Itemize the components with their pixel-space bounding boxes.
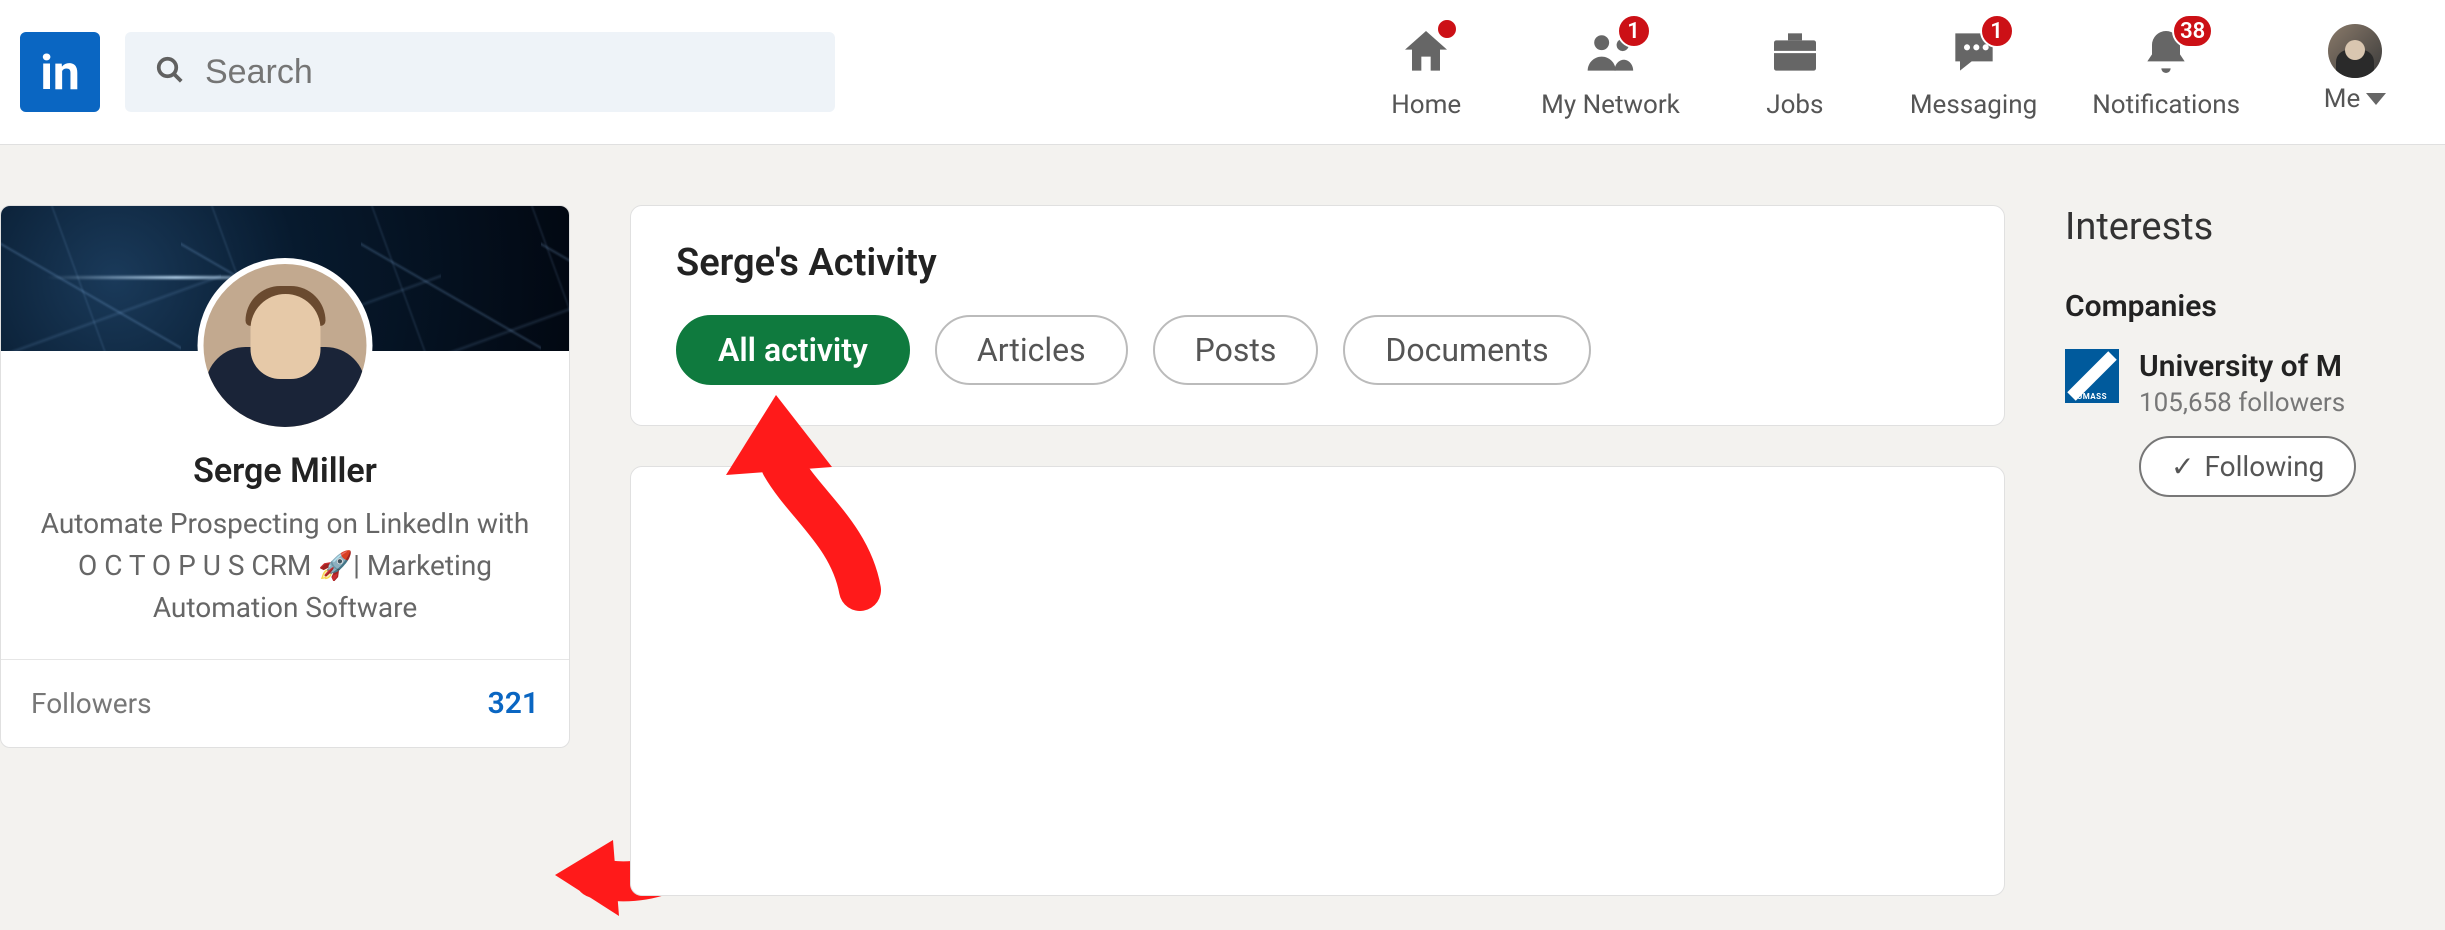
followers-row[interactable]: Followers 321 xyxy=(1,659,569,747)
nav-my-network[interactable]: 1 My Network xyxy=(1541,24,1680,120)
interests-panel: Interests Companies UMASS University of … xyxy=(2065,205,2445,896)
profile-name: Serge Miller xyxy=(31,451,539,491)
tab-articles[interactable]: Articles xyxy=(935,315,1128,385)
nav-jobs-label: Jobs xyxy=(1766,90,1823,120)
nav-notifications-label: Notifications xyxy=(2092,90,2240,120)
activity-title: Serge's Activity xyxy=(676,241,1959,285)
check-icon: ✓ xyxy=(2171,450,2194,483)
tab-posts[interactable]: Posts xyxy=(1153,315,1319,385)
activity-card: Serge's Activity All activity Articles P… xyxy=(630,205,2005,426)
briefcase-icon xyxy=(1767,24,1823,80)
nav-home[interactable]: Home xyxy=(1366,24,1486,120)
company-name: University of M xyxy=(2139,349,2345,384)
linkedin-logo[interactable]: in xyxy=(20,32,100,112)
followers-label: Followers xyxy=(31,687,152,720)
primary-nav: Home 1 My Network Jobs 1 Messaging xyxy=(1366,24,2425,120)
network-badge: 1 xyxy=(1617,14,1651,48)
global-header: in Home 1 My Network Jobs xyxy=(0,0,2445,145)
tab-documents[interactable]: Documents xyxy=(1343,315,1590,385)
nav-me-label: Me xyxy=(2324,84,2361,114)
nav-jobs[interactable]: Jobs xyxy=(1735,24,1855,120)
interests-title: Interests xyxy=(2065,205,2445,249)
nav-messaging[interactable]: 1 Messaging xyxy=(1910,24,2037,120)
company-followers: 105,658 followers xyxy=(2139,388,2345,418)
nav-network-label: My Network xyxy=(1541,90,1680,120)
profile-card: Serge Miller Automate Prospecting on Lin… xyxy=(0,205,570,748)
activity-feed xyxy=(630,466,2005,896)
profile-headline: Automate Prospecting on LinkedIn with O … xyxy=(31,503,539,629)
search-input[interactable] xyxy=(205,53,805,92)
following-label: Following xyxy=(2204,450,2324,483)
nav-notifications[interactable]: 38 Notifications xyxy=(2092,24,2240,120)
search-box[interactable] xyxy=(125,32,835,112)
avatar-icon xyxy=(2328,24,2382,78)
nav-home-label: Home xyxy=(1391,90,1461,120)
companies-heading: Companies xyxy=(2065,289,2445,324)
activity-tabs: All activity Articles Posts Documents xyxy=(676,315,1959,385)
messaging-badge: 1 xyxy=(1980,14,2014,48)
company-item[interactable]: UMASS University of M 105,658 followers xyxy=(2065,349,2445,418)
nav-messaging-label: Messaging xyxy=(1910,90,2037,120)
tab-all-activity[interactable]: All activity xyxy=(676,315,910,385)
home-badge xyxy=(1436,18,1458,40)
profile-avatar[interactable] xyxy=(198,258,373,433)
search-icon xyxy=(155,55,185,89)
main-content: Serge Miller Automate Prospecting on Lin… xyxy=(0,145,2445,896)
chevron-down-icon xyxy=(2366,93,2386,105)
following-button[interactable]: ✓ Following xyxy=(2139,436,2356,497)
notifications-badge: 38 xyxy=(2172,14,2213,48)
followers-count: 321 xyxy=(488,686,539,721)
nav-me[interactable]: Me xyxy=(2295,24,2415,114)
company-logo: UMASS xyxy=(2065,349,2119,403)
